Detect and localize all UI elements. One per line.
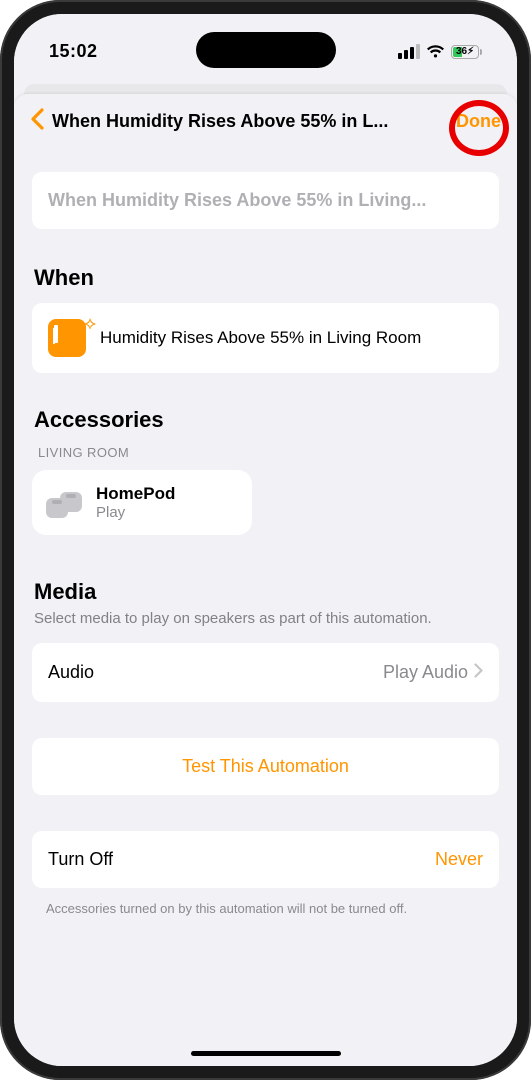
done-button[interactable]: Done (456, 111, 501, 132)
test-automation-button[interactable]: Test This Automation (32, 738, 499, 795)
nav-bar: When Humidity Rises Above 55% in L... Do… (14, 94, 517, 144)
modal-sheet: When Humidity Rises Above 55% in L... Do… (14, 94, 517, 1066)
when-heading: When (34, 265, 497, 291)
turn-off-label: Turn Off (48, 849, 113, 870)
turn-off-row[interactable]: Turn Off Never (32, 831, 499, 888)
humidity-sensor-icon: ⟡ (48, 319, 86, 357)
homepod-icon (46, 488, 82, 518)
turn-off-value: Never (435, 849, 483, 870)
audio-label: Audio (48, 662, 94, 683)
dynamic-island (196, 32, 336, 68)
chevron-right-icon (474, 661, 483, 684)
automation-name-field[interactable]: When Humidity Rises Above 55% in Living.… (32, 172, 499, 229)
wifi-icon (426, 45, 445, 59)
back-button[interactable] (30, 108, 44, 134)
cellular-icon (398, 44, 420, 59)
phone-frame: 15:02 36⚡︎ When Humidity Rises Above 55%… (0, 0, 531, 1080)
accessories-heading: Accessories (34, 407, 497, 433)
accessory-title: HomePod (96, 484, 175, 504)
when-condition-text: Humidity Rises Above 55% in Living Room (100, 327, 421, 350)
audio-value: Play Audio (383, 662, 468, 683)
status-time: 15:02 (49, 41, 98, 62)
when-condition-card[interactable]: ⟡ Humidity Rises Above 55% in Living Roo… (32, 303, 499, 373)
nav-title: When Humidity Rises Above 55% in L... (52, 111, 448, 132)
media-heading: Media (34, 579, 497, 605)
home-indicator[interactable] (191, 1051, 341, 1056)
audio-row[interactable]: Audio Play Audio (32, 643, 499, 702)
turn-off-footer: Accessories turned on by this automation… (32, 894, 499, 918)
room-group-label: Living Room (38, 445, 499, 460)
name-placeholder: When Humidity Rises Above 55% in Living.… (48, 190, 483, 211)
accessory-tile[interactable]: HomePod Play (32, 470, 252, 535)
accessory-subtitle: Play (96, 504, 175, 521)
screen: 15:02 36⚡︎ When Humidity Rises Above 55%… (14, 14, 517, 1066)
battery-icon: 36⚡︎ (451, 45, 482, 59)
media-subtitle: Select media to play on speakers as part… (34, 609, 497, 629)
